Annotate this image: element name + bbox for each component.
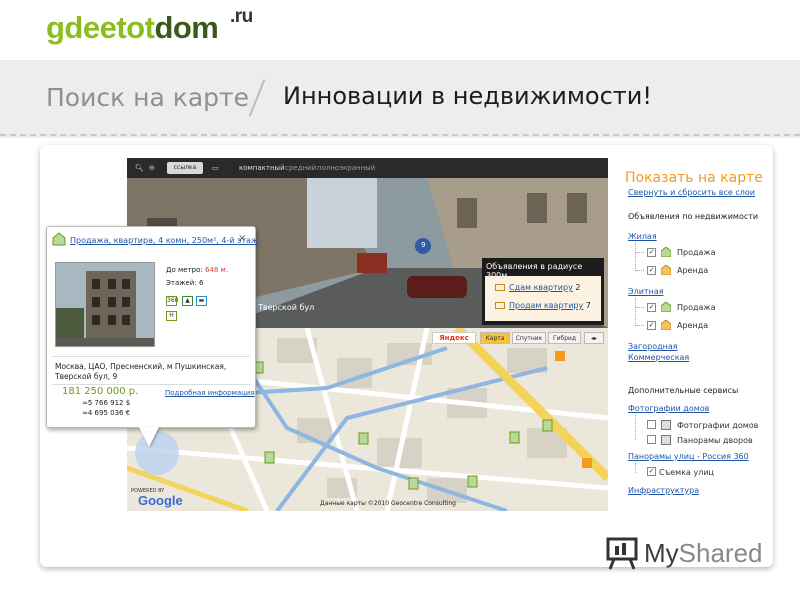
listing-count: 2 — [575, 283, 581, 292]
elite-sale-checkbox[interactable]: ✓ — [647, 303, 656, 312]
building-photo — [56, 263, 154, 346]
logo-part-1: gdeetot — [46, 10, 155, 45]
panorama-360-icon[interactable]: 360 — [166, 296, 178, 306]
reset-layers-link[interactable]: Свернуть и сбросить все слои — [628, 188, 755, 197]
layers-panel-title: Показать на карте — [625, 170, 763, 186]
realty-section-heading: Объявления по недвижимости — [628, 212, 759, 221]
site-logo[interactable]: gdeetotdom .ru — [46, 6, 253, 46]
listing-icon — [495, 284, 505, 291]
listing-address-line-1: Москва, ЦАО, Пресненский, м Пушкинская, — [55, 362, 227, 371]
house-green-icon — [661, 247, 671, 257]
close-icon[interactable]: × — [238, 233, 246, 244]
nearby-listings-box: Сдам квартиру 2 Продам квартиру 7 — [485, 276, 601, 321]
rent-apartment-link[interactable]: Сдам квартиру — [509, 283, 573, 292]
listing-photo[interactable] — [55, 262, 155, 347]
hospital-icon[interactable]: H — [166, 311, 177, 321]
google-logo: Google — [138, 493, 183, 508]
window-icon[interactable]: ▭ — [212, 164, 219, 172]
yard-panoramas-checkbox[interactable] — [647, 435, 656, 444]
listing-title-link[interactable]: Продажа, квартира, 4 комн, 250м², 4-й эт… — [70, 236, 258, 245]
residential-rent-checkbox[interactable]: ✓ — [647, 266, 656, 275]
list-item[interactable]: Сдам квартиру 2 — [495, 283, 580, 292]
house-orange-icon — [661, 265, 671, 275]
page-title: Поиск на карте — [46, 83, 249, 112]
header-divider — [0, 134, 800, 136]
country-link[interactable]: Загородная — [628, 342, 678, 351]
residential-sale-label: Продажа — [677, 248, 716, 257]
listing-icon — [495, 302, 505, 309]
yard-panoramas-label: Панорамы дворов — [677, 436, 753, 445]
zoom-icon[interactable]: 🔍︎ — [135, 164, 144, 172]
tree-branch — [636, 252, 644, 253]
house-photos-label: Фотографии домов — [677, 421, 759, 430]
price-usd: ≈5 766 912 $ — [82, 399, 131, 407]
tree-line — [635, 243, 636, 271]
popup-pointer — [139, 427, 159, 447]
list-item[interactable]: Продам квартиру 7 — [495, 301, 591, 310]
logo-tld: .ru — [230, 6, 253, 27]
residential-rent-label: Аренда — [677, 266, 709, 275]
yandex-logo: Яндекс — [432, 332, 476, 344]
listing-price: 181 250 000 р. — [62, 386, 139, 397]
elite-rent-label: Аренда — [677, 321, 709, 330]
commercial-link[interactable]: Коммерческая — [628, 353, 689, 362]
street-panoramas-link[interactable]: Панорамы улиц - Россия 360 — [628, 452, 749, 461]
street-name-label: Тверской бул — [258, 303, 315, 312]
tab-medium[interactable]: средний — [285, 164, 316, 172]
myshared-logo-icon — [606, 537, 638, 570]
panorama-icon — [661, 435, 671, 445]
listing-address-line-2: Тверской бул, 9 — [55, 372, 118, 381]
tree-branch — [636, 325, 644, 326]
tree-line — [635, 463, 636, 473]
building-icon[interactable]: ▲ — [182, 296, 193, 306]
house-photos-checkbox[interactable] — [647, 420, 656, 429]
map-credit: Данные карты ©2010 Geocentre Consulting — [320, 500, 456, 507]
residential-sale-checkbox[interactable]: ✓ — [647, 248, 656, 257]
elite-rent-checkbox[interactable]: ✓ — [647, 321, 656, 330]
tree-branch — [636, 307, 644, 308]
street-view-toolbar: 🔍︎ ⊖ ссылка ▭ компактный средний полноэк… — [127, 158, 608, 178]
sell-apartment-link[interactable]: Продам квартиру — [509, 301, 583, 310]
zoom-out-icon[interactable]: ⊖ — [149, 164, 155, 172]
star-house-green-icon — [661, 302, 671, 312]
tab-fullscreen[interactable]: полноэкранный — [317, 164, 375, 172]
map-tab-map[interactable]: Карта — [480, 332, 510, 344]
street-marker-label[interactable]: 9 — [421, 241, 425, 249]
metro-distance: До метро: 648 м. — [166, 266, 229, 274]
services-section-heading: Дополнительные сервисы — [628, 386, 739, 395]
camera-icon — [661, 420, 671, 430]
elite-sale-label: Продажа — [677, 303, 716, 312]
links-button[interactable]: ссылка — [167, 162, 203, 174]
page-subtitle: Инновации в недвижимости! — [283, 82, 652, 110]
residential-link[interactable]: Жилая — [628, 232, 657, 241]
map-tab-satellite[interactable]: Спутник — [512, 332, 546, 344]
listing-count: 7 — [585, 301, 591, 310]
floors-count: Этажей: 6 — [166, 279, 204, 287]
street-shooting-checkbox[interactable]: ✓ — [647, 467, 656, 476]
infrastructure-link[interactable]: Инфраструктура — [628, 486, 699, 495]
elite-link[interactable]: Элитная — [628, 287, 664, 296]
street-shooting-label: Съемка улиц — [659, 468, 714, 477]
details-link[interactable]: Подробная информация — [165, 389, 255, 397]
house-photos-link[interactable]: Фотографии домов — [628, 404, 709, 413]
tree-line — [635, 415, 636, 440]
price-eur: ≈4 695 036 € — [82, 409, 131, 417]
tree-line — [635, 298, 636, 326]
nearby-listings-panel: Объявления в радиусе 300м. Сдам квартиру… — [482, 258, 604, 325]
bus-icon[interactable]: ▬ — [196, 296, 207, 306]
star-house-orange-icon — [661, 320, 671, 330]
house-icon — [52, 232, 66, 246]
map-tab-hybrid[interactable]: Гибрид — [548, 332, 581, 344]
map-tab-arrows[interactable]: ◂▸ — [584, 332, 604, 344]
tree-branch — [636, 270, 644, 271]
myshared-watermark: MyShared — [644, 538, 763, 568]
popup-divider — [52, 384, 250, 385]
tab-compact[interactable]: компактный — [239, 164, 285, 172]
logo-part-2: dom — [154, 10, 219, 45]
popup-divider — [52, 356, 250, 357]
